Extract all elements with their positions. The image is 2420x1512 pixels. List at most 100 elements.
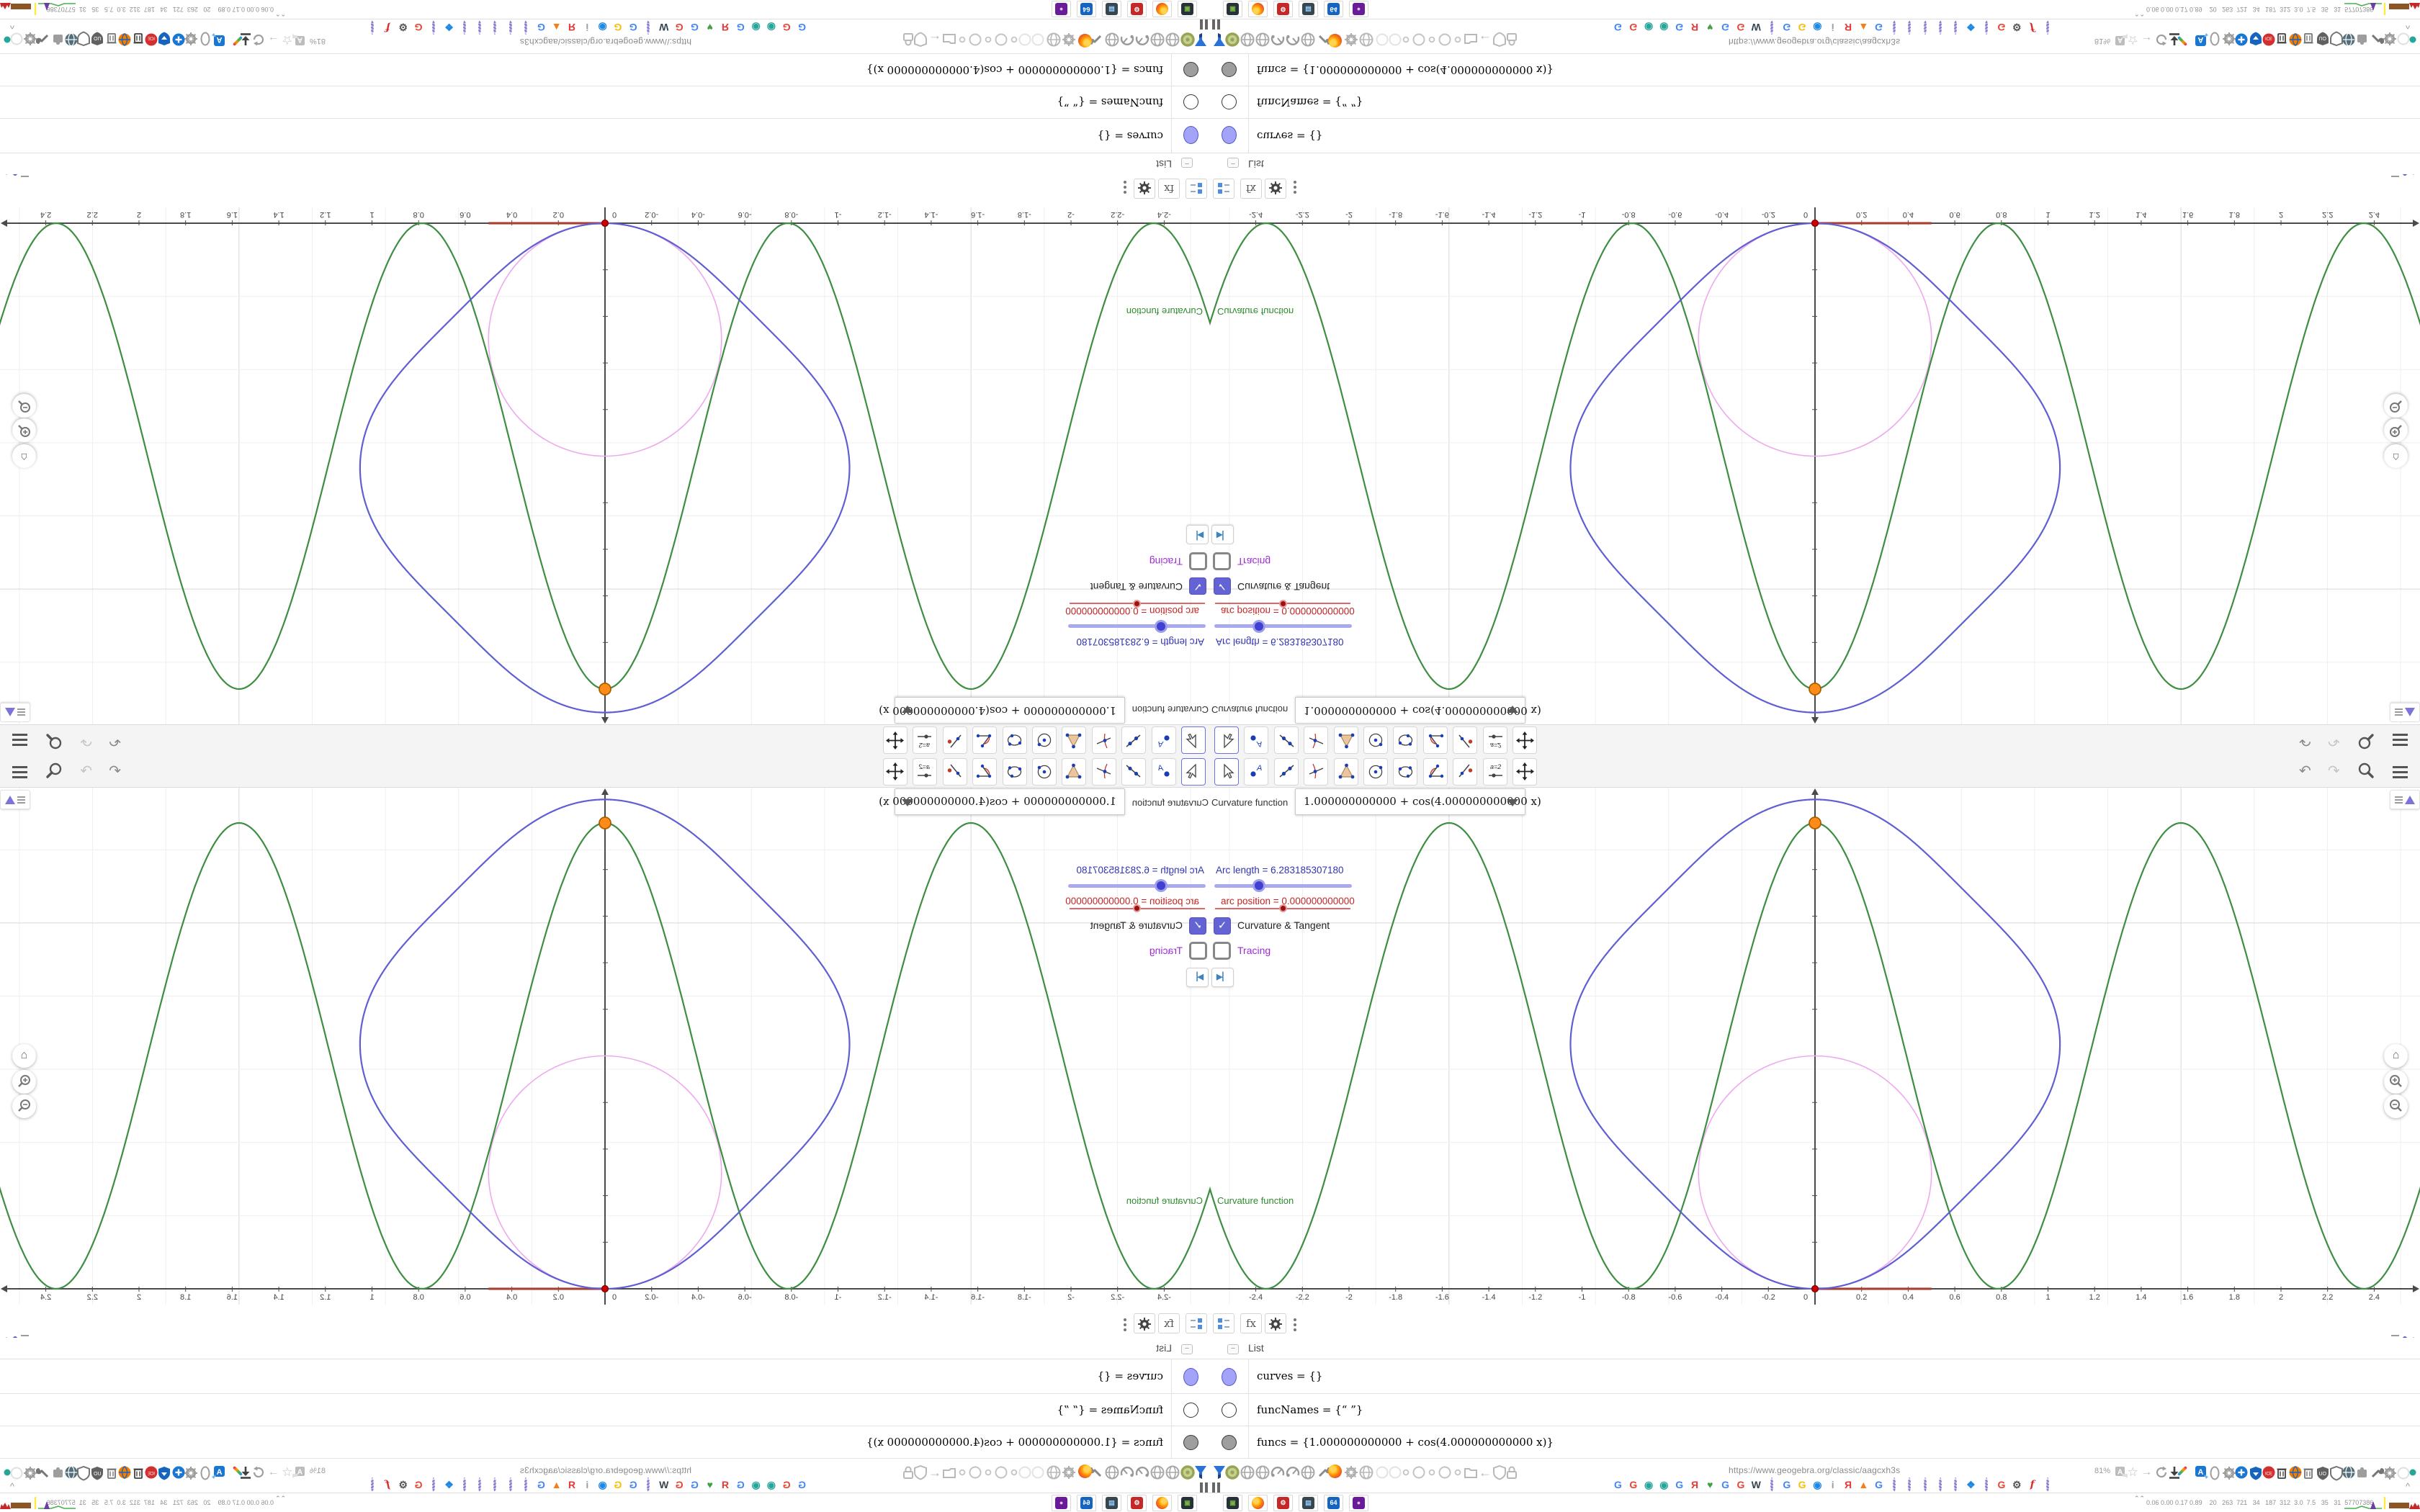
favicon[interactable]: Я (565, 1478, 579, 1492)
taskbar-app-2[interactable] (1152, 1495, 1172, 1511)
graphics-view[interactable] (1210, 207, 2420, 724)
gauge-icon[interactable] (1119, 1464, 1135, 1480)
algebra-row-3[interactable]: funcs = {1.000000000000 + cos(4.00000000… (0, 53, 1210, 86)
globe-icon[interactable] (1104, 32, 1120, 48)
taskbar-app-6[interactable]: ● (1349, 1, 1368, 17)
algebra-row-3[interactable]: funcs = {1.000000000000 + cos(4.00000000… (1210, 1426, 2420, 1459)
home-button[interactable]: ⌂ (12, 1044, 36, 1068)
tool-move-graphics[interactable] (1512, 726, 1537, 754)
favicon[interactable]: ▲ (550, 1478, 563, 1492)
algebra-row-1[interactable]: curves = {} (1210, 118, 2420, 153)
bookmarks-overflow-chevron[interactable]: ^ (2406, 1481, 2410, 1492)
folder-icon[interactable] (1463, 1464, 1479, 1480)
globe-icon[interactable] (1104, 1464, 1120, 1480)
redo-icon[interactable]: ↷ (2328, 732, 2340, 750)
kebab-menu-icon[interactable] (1294, 1316, 1296, 1333)
favicon[interactable]: G (1796, 20, 1809, 34)
algebra-row-1[interactable]: curves = {} (1210, 1359, 2420, 1394)
favicon[interactable]: G (1780, 20, 1793, 34)
favicon[interactable]: ◉ (596, 20, 609, 34)
fx-button[interactable]: fx (1158, 1313, 1180, 1333)
taskbar-app-4[interactable]: ▤ (1102, 1495, 1121, 1511)
favicon[interactable]: G (795, 1478, 809, 1492)
tool-line[interactable] (1121, 726, 1147, 754)
settings-gear-button[interactable] (1134, 1313, 1155, 1333)
favicon[interactable]: G (412, 20, 426, 34)
gear-icon[interactable] (1061, 1464, 1077, 1480)
favicon[interactable]: ◉ (749, 1478, 763, 1492)
favicon[interactable]: ♥ (703, 20, 717, 34)
circ-icon[interactable] (993, 1464, 1009, 1480)
undo-icon[interactable]: ↶ (109, 732, 121, 750)
tool-move-select[interactable] (1181, 726, 1206, 754)
fx-button[interactable]: fx (1240, 1313, 1262, 1333)
taskbar-app-5[interactable]: 64 (1077, 1, 1096, 17)
favicon[interactable] (1765, 1477, 1778, 1492)
favicon[interactable]: ♥ (1703, 1478, 1717, 1492)
arc-position-slider-handle[interactable] (1279, 904, 1287, 912)
list-group-header[interactable]: − List (1210, 153, 2420, 174)
tool-move-select[interactable] (1214, 758, 1239, 786)
circ-icon[interactable] (1411, 1464, 1427, 1480)
favicon[interactable]: ◉ (764, 1478, 778, 1492)
favicon[interactable]: Я (565, 20, 579, 34)
tool-slider[interactable]: a=2 (913, 726, 938, 754)
arc-length-slider[interactable] (1214, 624, 1352, 628)
tool-reflect-about-line[interactable] (1453, 758, 1478, 786)
favicon[interactable]: ◉ (749, 20, 763, 34)
tool-move-graphics[interactable] (1512, 758, 1537, 786)
redo-icon[interactable]: ↷ (80, 762, 92, 780)
visibility-marble[interactable] (1183, 94, 1198, 109)
lock-icon[interactable] (1504, 32, 1520, 48)
favicon[interactable] (1979, 1477, 1993, 1492)
favicon[interactable] (1979, 20, 1993, 35)
visibility-marble[interactable] (1183, 126, 1198, 145)
curvature-tangent-checkbox[interactable]: ✓ (1214, 577, 1231, 595)
favicon[interactable] (2040, 20, 2054, 35)
globe-icon[interactable] (1240, 1464, 1255, 1480)
ring-icon[interactable] (1180, 1464, 1196, 1480)
taskbar-app-2[interactable] (1152, 1, 1172, 17)
tracing-checkbox[interactable] (1213, 942, 1231, 960)
globe-icon[interactable] (1240, 32, 1255, 48)
list-group-header[interactable]: − List (0, 153, 1210, 174)
favicon[interactable]: ❖ (1964, 1478, 1978, 1492)
favicon[interactable] (473, 20, 487, 35)
favicon[interactable]: W (1749, 20, 1763, 34)
tool-polygon[interactable] (1062, 726, 1087, 754)
taskbar-app-5[interactable]: 64 (1324, 1, 1343, 17)
taskbar-app-6[interactable]: ● (1052, 1495, 1071, 1511)
algebra-expression[interactable]: funcs = {1.000000000000 + cos(4.00000000… (866, 1436, 1163, 1449)
firefox-icon[interactable] (1076, 1464, 1092, 1480)
favicon[interactable]: ❖ (442, 20, 456, 34)
favicon[interactable] (1903, 1477, 1917, 1492)
visibility-marble[interactable] (1222, 126, 1237, 145)
favicon[interactable]: G (734, 1478, 748, 1492)
address-bar-url[interactable]: https://www.geogebra.org/classic/aagcxh3… (1729, 37, 1900, 47)
favicon[interactable]: i (1826, 1478, 1839, 1492)
home-button[interactable]: ⌂ (2384, 1044, 2408, 1068)
algebra-expression[interactable]: funcNames = {“ ”} (1257, 1403, 1363, 1416)
favicon[interactable]: i (581, 1478, 594, 1492)
favicon[interactable]: G (688, 20, 702, 34)
collapse-button[interactable]: − (1227, 1344, 1239, 1354)
algebra-expression[interactable]: funcs = {1.000000000000 + cos(4.00000000… (866, 64, 1163, 77)
globe-icon[interactable] (1165, 32, 1180, 48)
tray-chevrons-icon[interactable]: ⌃⌃ (275, 1495, 286, 1502)
zoom-in-button[interactable] (2384, 418, 2408, 442)
algebra-row-3[interactable]: funcs = {1.000000000000 + cos(4.00000000… (0, 1426, 1210, 1459)
favicon[interactable]: G (1626, 1478, 1640, 1492)
tray-chevrons-icon[interactable]: ⌃⌃ (2134, 1495, 2145, 1502)
favicon[interactable]: ◉ (1811, 1478, 1824, 1492)
tool-circle-center-point[interactable] (1032, 726, 1057, 754)
tool-reflect-about-line[interactable] (942, 758, 967, 786)
tool-move-select[interactable] (1181, 758, 1206, 786)
address-bar-url[interactable]: https://www.geogebra.org/classic/aagcxh3… (520, 37, 691, 47)
arc-length-slider-handle[interactable] (1155, 620, 1168, 633)
taskbar-app-3[interactable]: ⚙ (1127, 1, 1147, 17)
favicon[interactable]: ◉ (1657, 20, 1671, 34)
graphics-view[interactable] (0, 207, 1210, 724)
settings-gear-button[interactable] (1134, 179, 1155, 199)
algebra-expression[interactable]: curves = {} (1098, 1369, 1163, 1382)
address-bar-url[interactable]: https://www.geogebra.org/classic/aagcxh3… (1729, 1465, 1900, 1475)
